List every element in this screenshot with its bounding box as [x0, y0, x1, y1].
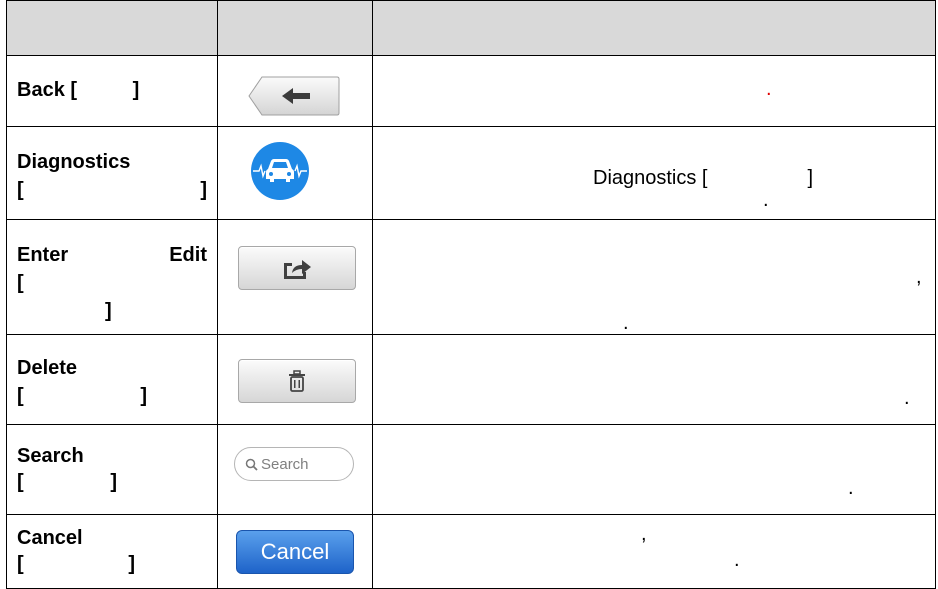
- table-header-row: [6, 0, 936, 56]
- search-icon: [245, 458, 258, 471]
- header-cell-name: [6, 0, 218, 56]
- trash-icon: [289, 370, 305, 392]
- back-button[interactable]: [248, 76, 340, 116]
- table-row: Delete [ ] .: [6, 335, 936, 425]
- cancel-label: Cancel: [17, 527, 83, 549]
- table-row: Enter Edit [ ] , .: [6, 220, 936, 335]
- delete-label: Delete: [17, 357, 78, 379]
- table-row: Search [ ] Search .: [6, 425, 936, 515]
- back-desc-mark: .: [766, 78, 772, 100]
- search-placeholder: Search: [261, 456, 309, 473]
- share-export-icon: [284, 260, 311, 279]
- back-label: Back [ ]: [17, 79, 140, 101]
- delete-button[interactable]: [238, 359, 356, 403]
- diagnostics-label: Diagnostics: [17, 151, 131, 173]
- table-row: Cancel [ ] Cancel , .: [6, 515, 936, 589]
- diagnostics-button[interactable]: [250, 141, 310, 201]
- table-row: Back [ ] .: [6, 56, 936, 127]
- table-row: Diagnostics [ ] Diagnostics [ ] .: [6, 127, 936, 220]
- search-input[interactable]: Search: [234, 447, 354, 481]
- enter-label: Enter: [17, 244, 69, 266]
- edit-label: Edit: [169, 244, 207, 266]
- header-cell-description: [373, 0, 936, 56]
- header-cell-button: [218, 0, 373, 56]
- diagnostics-desc: Diagnostics [ ]: [593, 167, 814, 189]
- search-label: Search: [17, 445, 84, 467]
- cancel-button[interactable]: Cancel: [236, 530, 354, 574]
- controls-table: Back [ ] . Diagnostics [] Diagnostics […: [6, 0, 936, 589]
- enter-edit-button[interactable]: [238, 246, 356, 290]
